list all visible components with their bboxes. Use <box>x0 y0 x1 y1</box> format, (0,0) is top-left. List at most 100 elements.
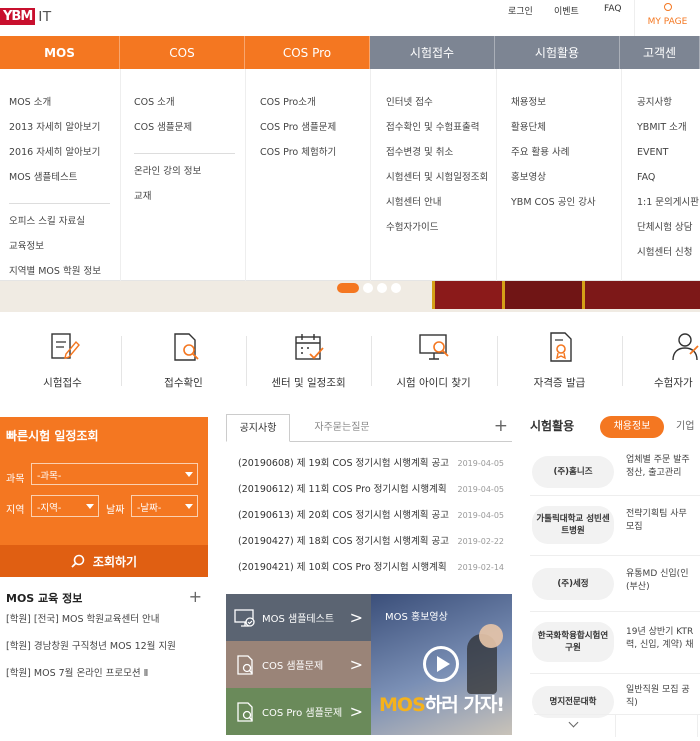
menu-item[interactable]: COS 소개 <box>134 97 245 122</box>
quick-certificate[interactable]: 자격증 발급 <box>497 328 622 398</box>
nav-tab-cos-pro[interactable]: COS Pro <box>245 36 370 69</box>
menu-item[interactable]: 활용단체 <box>511 122 621 147</box>
pager-down-button[interactable] <box>534 715 616 737</box>
menu-item[interactable]: 접수확인 및 수험표출력 <box>386 122 496 147</box>
carousel-dot[interactable] <box>391 283 401 293</box>
logo[interactable]: YBM IT <box>0 4 52 28</box>
nav-tab-exam-apply[interactable]: 시험접수 <box>370 36 495 69</box>
notice-row[interactable]: (20190608) 제 19회 COS 정기시험 시행계획 공고 2019-04… <box>226 451 512 477</box>
menu-item[interactable]: 시험센터 및 시험일정조회 <box>386 172 496 197</box>
menu-item[interactable]: COS Pro 샘플문제 <box>260 122 370 147</box>
mypage-button[interactable]: MY PAGE <box>634 0 700 36</box>
tab-job-info[interactable]: 채용정보 <box>600 416 664 438</box>
menu-item[interactable]: MOS 샘플테스트 <box>9 172 120 197</box>
menu-item[interactable]: 홍보영상 <box>511 172 621 197</box>
subject-select[interactable]: -과목- <box>31 463 198 485</box>
menu-item[interactable]: 교재 <box>134 191 245 216</box>
menu-item[interactable]: 접수변경 및 취소 <box>386 147 496 172</box>
cos-pro-sample-button[interactable]: COS Pro 샘플문제 > <box>226 688 371 735</box>
menu-item[interactable]: 단체시험 상담 <box>637 222 700 247</box>
job-row[interactable]: 한국화학융합시험연구원 19년 상반기 KTR 력, 신입, 계약) 채 <box>530 612 700 674</box>
carousel-dot[interactable] <box>377 283 387 293</box>
play-icon[interactable] <box>423 646 459 682</box>
notice-date: 2019-04-05 <box>457 511 505 520</box>
menu-item[interactable]: MOS 소개 <box>9 97 120 122</box>
notice-row[interactable]: (20190613) 제 20회 COS 정기시험 시행계획 공고 2019-04… <box>226 503 512 529</box>
menu-item[interactable]: 공지사항 <box>637 97 700 122</box>
nav-tab-customer-center[interactable]: 고객센 <box>620 36 700 69</box>
job-row[interactable]: (주)세정 유통MD 신입(인 (부산) <box>530 556 700 612</box>
nav-tab-cos[interactable]: COS <box>120 36 245 69</box>
pager-next-button[interactable] <box>616 715 698 737</box>
nav-tab-exam-use[interactable]: 시험활용 <box>495 36 620 69</box>
job-row[interactable]: 가톨릭대학교 성빈센트병원 전략기획팀 사무 모집 <box>530 496 700 556</box>
cos-sample-button[interactable]: COS 샘플문제 > <box>226 641 371 688</box>
menu-item[interactable]: 채용정보 <box>511 97 621 122</box>
chevron-right-icon: > <box>349 702 363 721</box>
notice-row[interactable]: (20190421) 제 10회 COS Pro 정기시험 시행계획 2019-0… <box>226 555 512 581</box>
quick-center-schedule[interactable]: 센터 및 일정조회 <box>246 328 371 398</box>
menu-item[interactable]: 시험센터 안내 <box>386 197 496 222</box>
job-row[interactable]: (주)홈니즈 업체별 주문 발주 정산, 출고관리 <box>530 448 700 496</box>
quick-label: 시험접수 <box>43 377 82 389</box>
chevron-down-icon <box>86 504 94 509</box>
menu-item[interactable]: 수험자가이드 <box>386 222 496 247</box>
video-figure <box>479 624 503 648</box>
menu-item[interactable]: COS 샘플문제 <box>134 122 245 147</box>
more-plus-icon[interactable]: + <box>189 587 202 606</box>
menu-item[interactable]: 오피스 스킬 자료실 <box>9 216 120 241</box>
menu-item[interactable]: YBMIT 소개 <box>637 122 700 147</box>
sample-panels: MOS 샘플테스트 > COS 샘플문제 > COS Pro 샘플문제 > <box>226 594 371 735</box>
more-plus-icon[interactable]: + <box>494 416 508 436</box>
login-link[interactable]: 로그인 <box>508 4 533 17</box>
chevron-right-icon: > <box>349 608 363 627</box>
promo-video[interactable]: MOS 홍보영상 MOS하러 가자! <box>371 594 512 735</box>
carousel-dot[interactable] <box>363 283 373 293</box>
quick-find-id[interactable]: 시험 아이디 찾기 <box>371 328 496 398</box>
event-link[interactable]: 이벤트 <box>554 4 579 17</box>
menu-item[interactable]: 교육정보 <box>9 241 120 266</box>
menu-item[interactable]: 주요 활용 사례 <box>511 147 621 172</box>
quick-check-apply[interactable]: 접수확인 <box>121 328 246 398</box>
menu-item[interactable]: FAQ <box>637 172 700 197</box>
menu-item[interactable]: YBM COS 공인 강사 <box>511 197 621 222</box>
nav-tab-mos[interactable]: MOS <box>0 36 120 69</box>
menu-item[interactable]: 2016 자세히 알아보기 <box>9 147 120 172</box>
quick-schedule-panel: 빠른시험 일정조회 과목 -과목- 지역 -지역- 날짜 -날짜- 조회하기 <box>0 417 208 577</box>
menu-item[interactable]: COS Pro 체험하기 <box>260 147 370 172</box>
quick-exam-apply[interactable]: 시험접수 <box>0 328 125 398</box>
region-select[interactable]: -지역- <box>31 495 99 517</box>
tab-notice[interactable]: 공지사항 <box>226 414 290 442</box>
carousel-dot-active[interactable] <box>337 283 359 293</box>
job-description: 일반직원 모집 공 직) <box>626 684 700 710</box>
menu-item[interactable]: 2013 자세히 알아보기 <box>9 122 120 147</box>
divider <box>9 203 110 204</box>
menu-item[interactable]: 인터넷 접수 <box>386 97 496 122</box>
list-item[interactable]: [학원] MOS 7월 온라인 프로모션 Ⅱ <box>0 660 208 687</box>
date-select[interactable]: -날짜- <box>131 495 198 517</box>
list-item[interactable]: [학원] [전국] MOS 학원교육센터 안내 <box>0 606 208 633</box>
menu-item[interactable]: EVENT <box>637 147 700 172</box>
schedule-search-button[interactable]: 조회하기 <box>0 545 208 577</box>
job-desc-line: 정산, 출고관리 <box>626 468 682 478</box>
region-value: -지역- <box>37 503 62 514</box>
divider <box>622 336 623 386</box>
tab-company[interactable]: 기업 <box>676 417 694 432</box>
job-desc-line: 모집 <box>626 522 643 532</box>
job-desc-line: 전략기획팀 사무 <box>626 509 687 519</box>
quick-examinee-guide[interactable]: 수험자가 <box>622 328 700 398</box>
menu-item[interactable]: 1:1 문의게시판 <box>637 197 700 222</box>
book-image <box>502 281 582 309</box>
quick-label: 수험자가 <box>654 377 693 389</box>
notice-row[interactable]: (20190612) 제 11회 COS Pro 정기시험 시행계획 2019-0… <box>226 477 512 503</box>
logo-mark: YBM <box>0 7 36 25</box>
menu-item[interactable]: 시험센터 신청 <box>637 247 700 272</box>
mos-sample-test-button[interactable]: MOS 샘플테스트 > <box>226 594 371 641</box>
tab-faq[interactable]: 자주묻는질문 <box>302 414 382 442</box>
menu-item[interactable]: COS Pro소개 <box>260 97 370 122</box>
faq-link[interactable]: FAQ <box>604 4 621 14</box>
menu-col-cos-pro: COS Pro소개 COS Pro 샘플문제 COS Pro 체험하기 <box>246 69 371 281</box>
menu-item[interactable]: 온라인 강의 정보 <box>134 166 245 191</box>
list-item[interactable]: [학원] 경남창원 구직청년 MOS 12월 지원 <box>0 633 208 660</box>
notice-row[interactable]: (20190427) 제 18회 COS 정기시험 시행계획 공고 2019-02… <box>226 529 512 555</box>
